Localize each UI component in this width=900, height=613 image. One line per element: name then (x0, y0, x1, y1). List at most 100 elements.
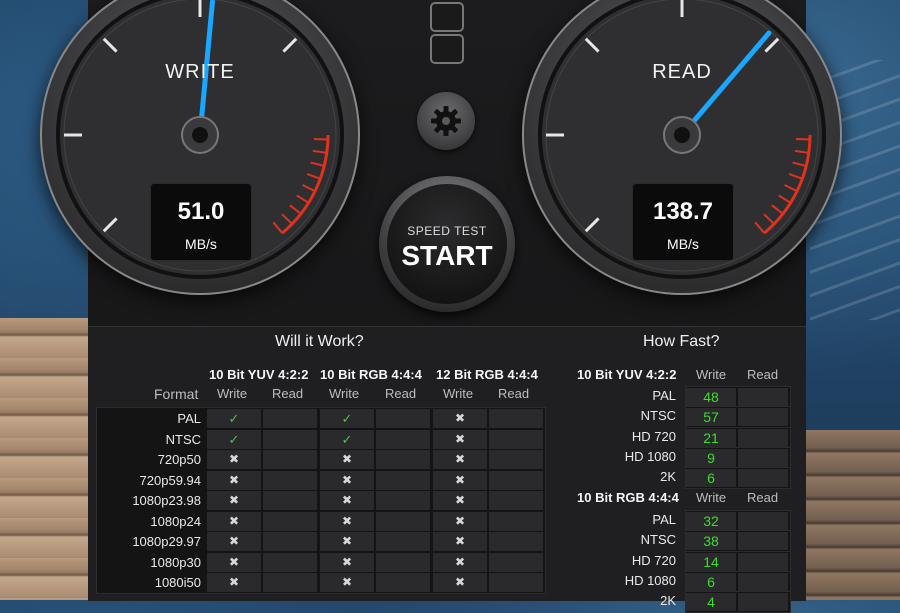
read-gauge: READ 138.7 MB/s (522, 0, 842, 295)
how-fast-read-value (738, 593, 788, 611)
rgb12-r-cell (489, 573, 543, 592)
rgb12-r-cell (489, 450, 543, 469)
col-rgb10-read: Read (385, 386, 416, 401)
rgb12-r-cell (489, 471, 543, 490)
rgb10-r-cell (376, 409, 430, 428)
check-icon: ✓ (207, 430, 261, 449)
rgb12-r-cell (489, 409, 543, 428)
rgb10-r-cell (376, 491, 430, 510)
col-rgb12-read: Read (498, 386, 529, 401)
fast-group-rgb444: 10 Bit RGB 4:4:4 (577, 490, 679, 505)
cross-icon: ✖ (320, 512, 374, 531)
format-label: 1080p24 (150, 514, 201, 529)
cross-icon: ✖ (433, 512, 487, 531)
background-dock-right (800, 430, 900, 600)
format-label: 1080p23.98 (132, 493, 201, 508)
how-fast-row: 6 (685, 467, 791, 489)
rgb10-r-cell (376, 430, 430, 449)
settings-button[interactable] (417, 92, 475, 150)
window-control-top[interactable] (430, 2, 464, 32)
how-fast-read-value (738, 553, 788, 571)
start-button-label: START (387, 240, 507, 272)
read-gauge-title: READ (522, 61, 842, 84)
yuv-r-cell (263, 532, 317, 551)
rgb10-r-cell (376, 471, 430, 490)
format-header: Format (154, 386, 198, 402)
how-fast-write-value: 14 (686, 553, 736, 571)
how-fast-row: 38 (685, 530, 791, 552)
yuv-r-cell (263, 471, 317, 490)
how-fast-row: 14 (685, 551, 791, 573)
format-row: 1080p30✖✖✖ (97, 552, 545, 573)
yuv-r-cell (263, 491, 317, 510)
rgb10-r-cell (376, 532, 430, 551)
rgb10-r-cell (376, 512, 430, 531)
format-label: 1080p30 (150, 555, 201, 570)
how-fast-write-value: 9 (686, 449, 736, 467)
cross-icon: ✖ (433, 471, 487, 490)
write-gauge: WRITE 51.0 MB/s (40, 0, 360, 295)
start-button-subtitle: SPEED TEST (387, 224, 507, 238)
format-row: 1080p29.97✖✖✖ (97, 531, 545, 552)
col-rgb10-write: Write (329, 386, 359, 401)
format-label: 1080i50 (155, 575, 201, 590)
group-rgb444-12: 12 Bit RGB 4:4:4 (436, 367, 538, 382)
how-fast-row: 4 (685, 591, 791, 613)
read-gauge-hub-center (674, 127, 690, 143)
gear-icon (430, 105, 462, 137)
how-fast-write-value: 4 (686, 593, 736, 611)
col-yuv-write: Write (217, 386, 247, 401)
cross-icon: ✖ (320, 491, 374, 510)
will-it-work-title: Will it Work? (275, 333, 364, 351)
how-fast-format-label: HD 1080 (566, 573, 676, 588)
yuv-r-cell (263, 512, 317, 531)
cross-icon: ✖ (433, 553, 487, 572)
rgb12-r-cell (489, 512, 543, 531)
fast-col-read-2: Read (747, 490, 778, 505)
write-speed-value: 51.0 (151, 198, 251, 226)
how-fast-write-value: 6 (686, 573, 736, 591)
check-icon: ✓ (207, 409, 261, 428)
format-row: 1080p24 ✖ ✖ ✖ (97, 511, 545, 532)
start-button[interactable]: SPEED TEST START (379, 176, 515, 312)
cross-icon: ✖ (433, 430, 487, 449)
how-fast-row: 48 (685, 386, 791, 408)
how-fast-row: 32 (685, 510, 791, 532)
fast-group-yuv422: 10 Bit YUV 4:2:2 (577, 367, 676, 382)
format-label: NTSC (166, 432, 201, 447)
format-row: 1080p23.98✖✖✖ (97, 490, 545, 511)
window-control-bottom[interactable] (430, 34, 464, 64)
read-readout: 138.7 MB/s (632, 183, 734, 261)
how-fast-format-label: NTSC (566, 532, 676, 547)
cross-icon: ✖ (433, 409, 487, 428)
how-fast-row: 6 (685, 571, 791, 593)
yuv-r-cell (263, 409, 317, 428)
results-panel: Will it Work? How Fast? 10 Bit YUV 4:2:2… (88, 326, 806, 601)
check-icon: ✓ (320, 409, 374, 428)
yuv-r-cell (263, 553, 317, 572)
read-speed-value: 138.7 (633, 198, 733, 226)
rgb10-r-cell (376, 450, 430, 469)
how-fast-row: 9 (685, 447, 791, 469)
fast-col-write-2: Write (696, 490, 726, 505)
how-fast-format-label: NTSC (566, 408, 676, 423)
format-label: 720p59.94 (140, 473, 201, 488)
cross-icon: ✖ (320, 532, 374, 551)
col-rgb12-write: Write (443, 386, 473, 401)
how-fast-write-value: 38 (686, 532, 736, 550)
write-speed-unit: MB/s (151, 236, 251, 252)
how-fast-write-value: 48 (686, 388, 736, 406)
cross-icon: ✖ (433, 573, 487, 592)
rgb12-r-cell (489, 491, 543, 510)
read-speed-unit: MB/s (633, 236, 733, 252)
how-fast-write-value: 32 (686, 512, 736, 530)
will-it-work-table: PAL✓✓✖NTSC✓✓✖720p50✖✖✖720p59.94✖✖✖1080p2… (96, 407, 546, 594)
write-gauge-hub-center (192, 127, 208, 143)
how-fast-format-label: 2K (566, 593, 676, 608)
cross-icon: ✖ (207, 471, 261, 490)
cross-icon: ✖ (207, 512, 261, 531)
how-fast-format-label: HD 720 (566, 553, 676, 568)
how-fast-format-label: HD 1080 (566, 449, 676, 464)
yuv-r-cell (263, 450, 317, 469)
how-fast-title: How Fast? (643, 333, 719, 351)
